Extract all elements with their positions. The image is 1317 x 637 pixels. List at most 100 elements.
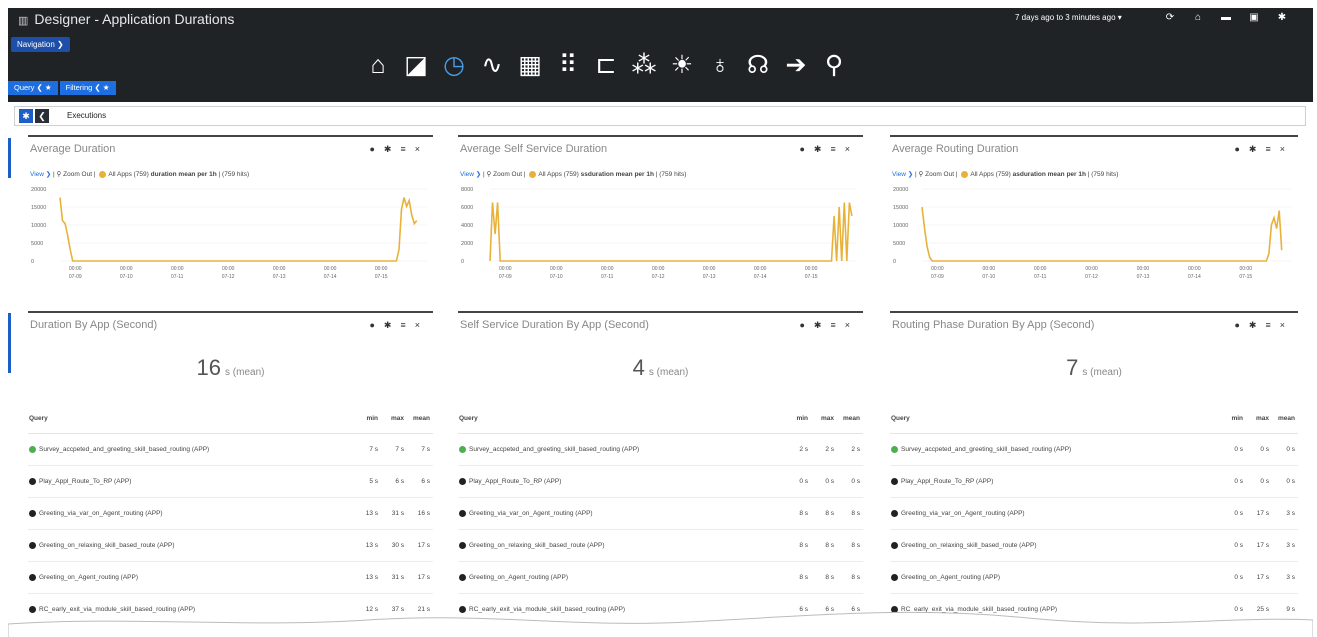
folder-icon[interactable]: ▬ bbox=[1212, 12, 1240, 23]
x-tick-label: 00:00 bbox=[222, 266, 235, 272]
nodes-icon[interactable]: ⁂ bbox=[629, 50, 659, 80]
close-icon[interactable]: × bbox=[415, 320, 429, 330]
table-row[interactable]: Survey_accpeted_and_greeting_skill_based… bbox=[890, 433, 1298, 466]
save-icon[interactable]: ▣ bbox=[1240, 12, 1268, 23]
table-row[interactable]: Play_Appl_Route_To_RP (APP) 0 s0 s0 s bbox=[458, 465, 863, 498]
gear-icon[interactable]: ✱ bbox=[1249, 320, 1266, 330]
table-row[interactable]: Play_Appl_Route_To_RP (APP) 5 s6 s6 s bbox=[28, 465, 433, 498]
zoom-out-link[interactable]: Zoom Out bbox=[63, 171, 92, 178]
table-row[interactable]: Greeting_on_relaxing_skill_based_route (… bbox=[890, 529, 1298, 562]
table-row[interactable]: Greeting_via_var_on_Agent_routing (APP) 0… bbox=[890, 497, 1298, 530]
waveform-icon[interactable]: ∿ bbox=[477, 50, 507, 80]
agent-headset-icon[interactable]: ☊ bbox=[743, 50, 773, 80]
close-icon[interactable]: × bbox=[845, 144, 859, 154]
panel-title: Average Duration bbox=[30, 143, 116, 155]
view-label: View bbox=[460, 171, 474, 178]
info-icon[interactable]: ● bbox=[369, 144, 383, 154]
table-row[interactable]: Greeting_on_relaxing_skill_based_route (… bbox=[28, 529, 433, 562]
grid-icon[interactable]: ⠿ bbox=[553, 50, 583, 80]
trend-chart-icon[interactable]: ◪ bbox=[401, 50, 431, 80]
table-row[interactable]: Survey_accpeted_and_greeting_skill_based… bbox=[458, 433, 863, 466]
executions-bar: ✱ ❮ Executions bbox=[14, 106, 1306, 126]
menu-icon[interactable]: ≡ bbox=[830, 144, 844, 154]
exit-icon[interactable]: ➔ bbox=[781, 50, 811, 80]
gear-icon[interactable]: ✱ bbox=[384, 144, 401, 154]
info-icon[interactable]: ● bbox=[799, 144, 813, 154]
table-row[interactable]: Greeting_via_var_on_Agent_routing (APP) 8… bbox=[458, 497, 863, 530]
view-link[interactable]: View ❯ bbox=[460, 171, 481, 178]
menu-icon[interactable]: ≡ bbox=[400, 320, 414, 330]
column-header-max[interactable]: max bbox=[1246, 403, 1272, 434]
column-header-query[interactable]: Query bbox=[28, 403, 355, 434]
microphone-icon[interactable]: ♁ bbox=[705, 50, 735, 80]
tab-query[interactable]: Query ❮ ★ bbox=[8, 81, 58, 95]
zoom-out-link[interactable]: Zoom Out bbox=[493, 171, 522, 178]
mean-unit: s (mean) bbox=[225, 367, 265, 378]
table-row[interactable]: Greeting_via_var_on_Agent_routing (APP) 1… bbox=[28, 497, 433, 530]
column-header-query[interactable]: Query bbox=[458, 403, 785, 434]
column-header-min[interactable]: min bbox=[355, 403, 381, 434]
history-clock-icon[interactable]: ◷ bbox=[439, 50, 469, 80]
series-line bbox=[489, 202, 853, 262]
x-tick-label: 07-15 bbox=[1239, 274, 1252, 280]
metric-label: ssduration mean per 1h bbox=[580, 171, 654, 178]
column-header-mean[interactable]: mean bbox=[837, 403, 863, 434]
close-icon[interactable]: × bbox=[845, 320, 859, 330]
min-cell: 0 s bbox=[1220, 433, 1246, 466]
gear-icon[interactable]: ✱ bbox=[384, 320, 401, 330]
gear-icon[interactable]: ✱ bbox=[814, 144, 831, 154]
table-row[interactable]: Greeting_on_Agent_routing (APP) 0 s 17 s3 … bbox=[890, 561, 1298, 594]
info-icon[interactable]: ● bbox=[369, 320, 383, 330]
flow-icon[interactable]: ⊏ bbox=[591, 50, 621, 80]
calendar-icon[interactable]: ▦ bbox=[515, 50, 545, 80]
gear-icon[interactable]: ✱ bbox=[1249, 144, 1266, 154]
mean-cell: 17 s bbox=[407, 561, 433, 594]
column-header-min[interactable]: min bbox=[785, 403, 811, 434]
y-tick-label: 2000 bbox=[461, 241, 473, 247]
menu-icon[interactable]: ≡ bbox=[830, 320, 844, 330]
table-row[interactable]: Survey_accpeted_and_greeting_skill_based… bbox=[28, 433, 433, 466]
column-header-min[interactable]: min bbox=[1220, 403, 1246, 434]
chevron-left-icon[interactable]: ❮ bbox=[35, 109, 49, 123]
table-row[interactable]: Greeting_on_Agent_routing (APP) 13 s 31 s1… bbox=[28, 561, 433, 594]
home-icon[interactable]: ⌂ bbox=[363, 50, 393, 80]
view-link[interactable]: View ❯ bbox=[30, 171, 51, 178]
home-small-icon[interactable]: ⌂ bbox=[1184, 12, 1212, 23]
min-cell: 0 s bbox=[785, 465, 811, 498]
mean-value: 4s (mean) bbox=[458, 355, 863, 381]
time-range-selector[interactable]: 7 days ago to 3 minutes ago ▾ bbox=[1015, 13, 1122, 22]
close-icon[interactable]: × bbox=[1280, 320, 1294, 330]
status-dot bbox=[29, 541, 36, 549]
navigation-button[interactable]: Navigation ❯ bbox=[11, 37, 70, 52]
info-icon[interactable]: ● bbox=[1234, 144, 1248, 154]
info-icon[interactable]: ● bbox=[1234, 320, 1248, 330]
table-row[interactable]: Greeting_on_Agent_routing (APP) 8 s8 s8 s bbox=[458, 561, 863, 594]
sun-icon[interactable]: ☀ bbox=[667, 50, 697, 80]
search-icon[interactable]: ⚲ bbox=[819, 50, 849, 80]
close-icon[interactable]: × bbox=[1280, 144, 1294, 154]
table-header-row: Query min max mean bbox=[28, 403, 433, 434]
column-header-mean[interactable]: mean bbox=[407, 403, 433, 434]
column-header-max[interactable]: max bbox=[381, 403, 407, 434]
close-icon[interactable]: × bbox=[415, 144, 429, 154]
series-label: All Apps (759) bbox=[108, 171, 149, 178]
gear-icon[interactable]: ✱ bbox=[814, 320, 831, 330]
chart-legend: View ❯ | ⚲ Zoom Out | All Apps (759) asd… bbox=[892, 170, 1119, 178]
tab-filtering[interactable]: Filtering ❮ ★ bbox=[59, 81, 116, 95]
mean-cell: 7 s bbox=[407, 433, 433, 466]
menu-icon[interactable]: ≡ bbox=[1265, 320, 1279, 330]
table-row[interactable]: Greeting_on_relaxing_skill_based_route (… bbox=[458, 529, 863, 562]
column-header-query[interactable]: Query bbox=[890, 403, 1220, 434]
x-tick-label: 07-09 bbox=[499, 274, 512, 280]
column-header-mean[interactable]: mean bbox=[1272, 403, 1298, 434]
column-header-max[interactable]: max bbox=[811, 403, 837, 434]
menu-icon[interactable]: ≡ bbox=[1265, 144, 1279, 154]
settings-icon[interactable]: ✱ bbox=[1268, 12, 1296, 23]
gear-icon[interactable]: ✱ bbox=[19, 109, 33, 123]
refresh-icon[interactable]: ⟳ bbox=[1156, 12, 1184, 23]
info-icon[interactable]: ● bbox=[799, 320, 813, 330]
menu-icon[interactable]: ≡ bbox=[400, 144, 414, 154]
zoom-out-link[interactable]: Zoom Out bbox=[925, 171, 954, 178]
table-row[interactable]: Play_Appl_Route_To_RP (APP) 0 s0 s0 s bbox=[890, 465, 1298, 498]
view-link[interactable]: View ❯ bbox=[892, 171, 913, 178]
